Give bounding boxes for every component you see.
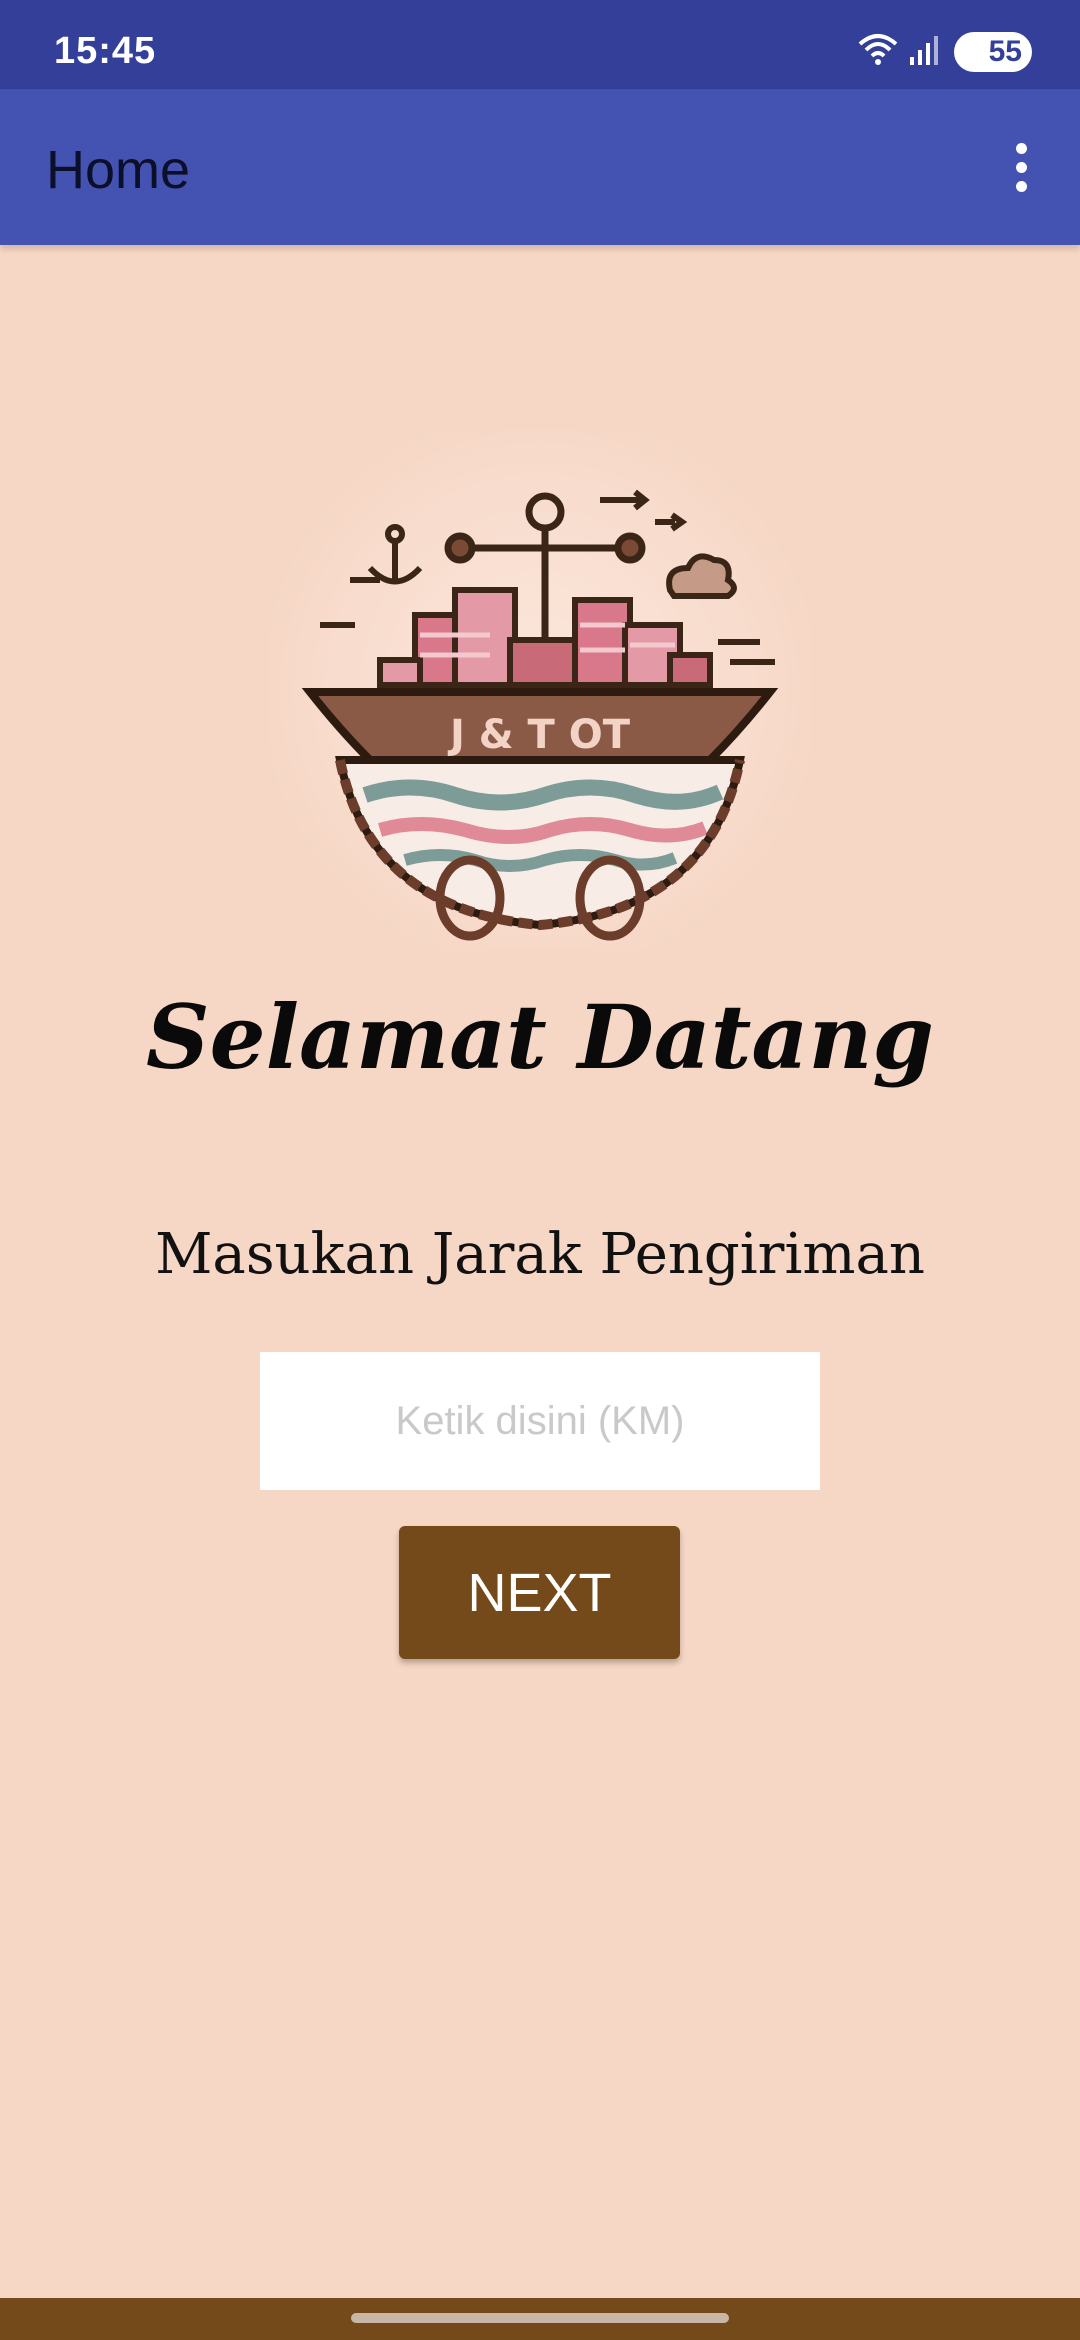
battery-level: 55 — [988, 35, 1022, 68]
battery-icon: 55 — [954, 32, 1032, 72]
status-bar: 15:45 55 — [0, 0, 1080, 89]
app-bar: Home — [0, 89, 1080, 245]
status-time: 15:45 — [54, 30, 157, 72]
distance-prompt: Masukan Jarak Pengiriman — [155, 1222, 925, 1287]
overflow-menu-icon[interactable] — [986, 129, 1056, 205]
cargo-ship-logo: J & T OT — [301, 489, 779, 941]
next-button[interactable]: NEXT — [399, 1526, 680, 1659]
wifi-icon — [856, 32, 900, 73]
company-logo: J & T OT — [270, 430, 810, 950]
logo-text: J & T OT — [447, 712, 631, 758]
status-icons: 55 — [856, 30, 1032, 74]
distance-input[interactable] — [260, 1352, 820, 1490]
page-title: Home — [46, 140, 191, 200]
signal-icon — [908, 33, 940, 72]
welcome-heading: Selamat Datang — [146, 985, 934, 1089]
home-indicator[interactable] — [351, 2313, 729, 2323]
